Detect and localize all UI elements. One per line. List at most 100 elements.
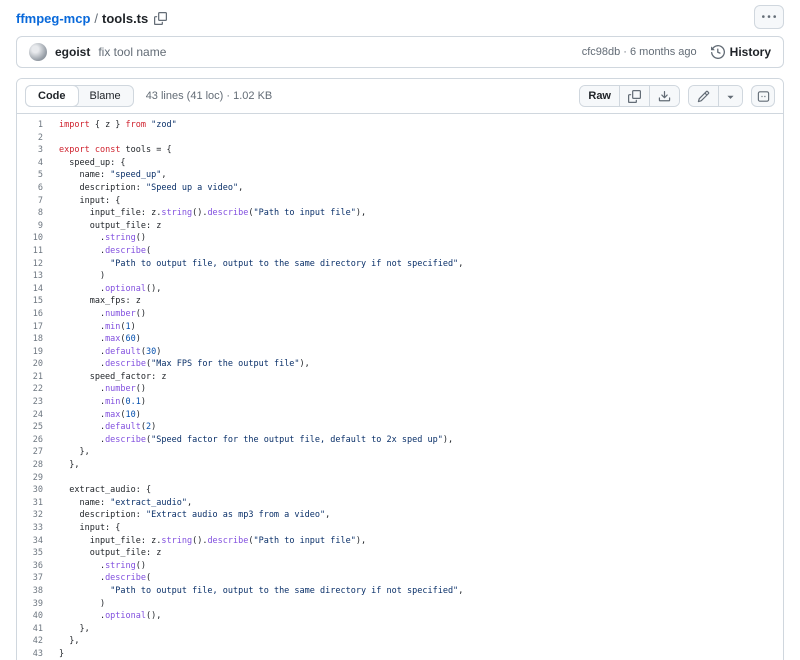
code-line-row: 25 .default(2) <box>17 421 783 434</box>
line-number[interactable]: 22 <box>17 383 59 396</box>
code-line-text: output_file: z <box>59 547 161 560</box>
code-line-row: 20 .describe("Max FPS for the output fil… <box>17 358 783 371</box>
line-number[interactable]: 6 <box>17 182 59 195</box>
line-number[interactable]: 39 <box>17 598 59 611</box>
commit-meta-group: cfc98db · 6 months ago History <box>582 45 771 59</box>
raw-copy-download-group: Raw <box>579 85 680 107</box>
history-button[interactable]: History <box>711 45 771 59</box>
copy-path-icon[interactable] <box>154 12 167 25</box>
code-line-text: } <box>59 648 64 660</box>
line-number[interactable]: 13 <box>17 270 59 283</box>
line-number[interactable]: 4 <box>17 157 59 170</box>
code-line-row: 40 .optional(), <box>17 610 783 623</box>
file-view-page: ffmpeg-mcp / tools.ts egoist fix tool na… <box>0 0 800 660</box>
line-number[interactable]: 16 <box>17 308 59 321</box>
line-number[interactable]: 41 <box>17 623 59 636</box>
code-line-row: 24 .max(10) <box>17 409 783 422</box>
line-number[interactable]: 2 <box>17 132 59 145</box>
file-toolbar: Code Blame 43 lines (41 loc) · 1.02 KB R… <box>17 79 783 114</box>
code-line-row: 31 name: "extract_audio", <box>17 497 783 510</box>
code-line-row: 6 description: "Speed up a video", <box>17 182 783 195</box>
line-number[interactable]: 29 <box>17 472 59 485</box>
code-line-text: .max(60) <box>59 333 141 346</box>
commit-sha-and-date[interactable]: cfc98db · 6 months ago <box>582 46 697 58</box>
code-line-text: .number() <box>59 383 146 396</box>
code-line-row: 33 input: { <box>17 522 783 535</box>
line-number[interactable]: 8 <box>17 207 59 220</box>
history-clock-icon <box>711 45 725 59</box>
line-number[interactable]: 34 <box>17 535 59 548</box>
line-number[interactable]: 23 <box>17 396 59 409</box>
line-number[interactable]: 19 <box>17 346 59 359</box>
edit-dropdown-button[interactable] <box>719 86 742 106</box>
more-options-button[interactable] <box>754 5 784 29</box>
code-line-text: .min(1) <box>59 321 136 334</box>
code-line-row: 12 "Path to output file, output to the s… <box>17 258 783 271</box>
line-number[interactable]: 42 <box>17 635 59 648</box>
line-number[interactable]: 12 <box>17 258 59 271</box>
copy-file-button[interactable] <box>620 86 650 106</box>
line-number[interactable]: 18 <box>17 333 59 346</box>
code-line-row: 30 extract_audio: { <box>17 484 783 497</box>
code-line-row: 17 .min(1) <box>17 321 783 334</box>
code-line-row: 19 .default(30) <box>17 346 783 359</box>
code-line-row: 42 }, <box>17 635 783 648</box>
line-number[interactable]: 3 <box>17 144 59 157</box>
line-number[interactable]: 11 <box>17 245 59 258</box>
symbols-panel-button[interactable] <box>751 85 775 107</box>
download-button[interactable] <box>650 86 679 106</box>
commit-message-link[interactable]: fix tool name <box>98 45 166 59</box>
code-line-row: 36 .string() <box>17 560 783 573</box>
pencil-icon <box>697 90 710 103</box>
line-number[interactable]: 10 <box>17 232 59 245</box>
breadcrumb-repo-link[interactable]: ffmpeg-mcp <box>16 11 90 26</box>
line-number[interactable]: 37 <box>17 572 59 585</box>
code-line-row: 34 input_file: z.string().describe("Path… <box>17 535 783 548</box>
line-number[interactable]: 26 <box>17 434 59 447</box>
line-number[interactable]: 25 <box>17 421 59 434</box>
code-line-text: .number() <box>59 308 146 321</box>
line-number[interactable]: 32 <box>17 509 59 522</box>
line-number[interactable]: 43 <box>17 648 59 660</box>
commit-author-link[interactable]: egoist <box>55 45 90 59</box>
line-number[interactable]: 33 <box>17 522 59 535</box>
download-icon <box>658 90 671 103</box>
history-label: History <box>730 45 771 59</box>
code-line-row: 2 <box>17 132 783 145</box>
line-number[interactable]: 20 <box>17 358 59 371</box>
line-number[interactable]: 17 <box>17 321 59 334</box>
code-lines: 1import { z } from "zod"23export const t… <box>17 114 783 660</box>
line-number[interactable]: 9 <box>17 220 59 233</box>
code-line-row: 9 output_file: z <box>17 220 783 233</box>
code-line-text: ) <box>59 270 105 283</box>
line-number[interactable]: 31 <box>17 497 59 510</box>
line-number[interactable]: 28 <box>17 459 59 472</box>
line-number[interactable]: 38 <box>17 585 59 598</box>
code-line-text: input: { <box>59 522 120 535</box>
edit-button[interactable] <box>689 86 719 106</box>
line-number[interactable]: 21 <box>17 371 59 384</box>
line-number[interactable]: 35 <box>17 547 59 560</box>
line-number[interactable]: 30 <box>17 484 59 497</box>
line-number[interactable]: 1 <box>17 119 59 132</box>
code-line-text: .default(2) <box>59 421 156 434</box>
tab-code[interactable]: Code <box>25 85 79 107</box>
line-number[interactable]: 27 <box>17 446 59 459</box>
line-number[interactable]: 24 <box>17 409 59 422</box>
tab-blame[interactable]: Blame <box>78 86 133 106</box>
code-line-row: 26 .describe("Speed factor for the outpu… <box>17 434 783 447</box>
raw-button[interactable]: Raw <box>580 86 620 106</box>
copy-icon <box>628 90 641 103</box>
line-number[interactable]: 7 <box>17 195 59 208</box>
code-line-text: .describe( <box>59 245 151 258</box>
line-number[interactable]: 40 <box>17 610 59 623</box>
avatar[interactable] <box>29 43 47 61</box>
code-line-row: 29 <box>17 472 783 485</box>
code-line-row: 37 .describe( <box>17 572 783 585</box>
code-line-text: .string() <box>59 232 146 245</box>
line-number[interactable]: 36 <box>17 560 59 573</box>
line-number[interactable]: 15 <box>17 295 59 308</box>
line-number[interactable]: 5 <box>17 169 59 182</box>
line-number[interactable]: 14 <box>17 283 59 296</box>
code-line-text: .max(10) <box>59 409 141 422</box>
